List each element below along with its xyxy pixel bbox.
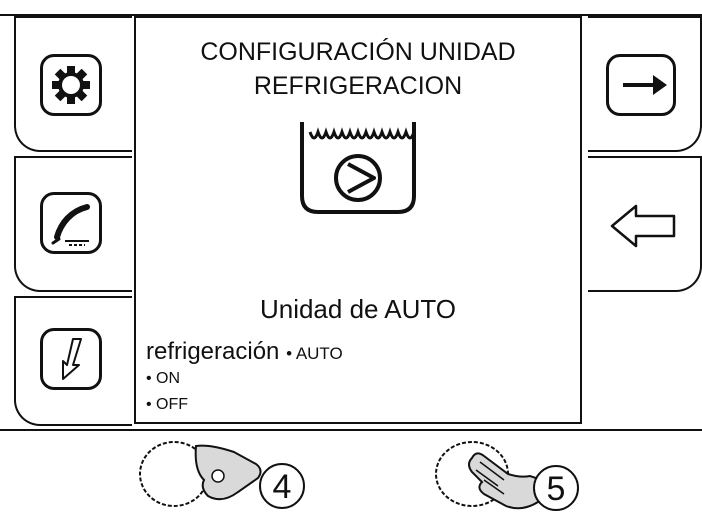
unit-label: Unidad de AUTO: [259, 294, 457, 324]
setting-row: refrigeración • AUTO: [146, 338, 343, 366]
down-arrow-icon: [40, 328, 102, 390]
screen-title-line1: CONFIGURACIÓN UNIDAD: [200, 38, 516, 66]
display-screen: CONFIGURACIÓN UNIDAD REFRIGERACION Unida…: [134, 16, 582, 424]
option-auto[interactable]: • AUTO: [286, 344, 343, 363]
gear-icon: [40, 54, 102, 116]
control-number-4: 4: [273, 468, 292, 506]
option-off[interactable]: • OFF: [146, 396, 188, 414]
screen-title-line2: REFRIGERACION: [253, 72, 463, 100]
right-button-back[interactable]: [588, 156, 702, 292]
back-arrow-icon: [608, 202, 680, 255]
exit-arrow-icon: [606, 54, 676, 116]
left-button-torch[interactable]: [14, 156, 132, 292]
knob-press-icon: 5: [435, 441, 579, 511]
option-on[interactable]: • ON: [146, 370, 180, 388]
knob-turn-control[interactable]: 4: [138, 436, 328, 517]
welding-torch-icon: [40, 192, 102, 254]
right-button-exit[interactable]: [588, 16, 702, 152]
left-button-settings[interactable]: [14, 16, 132, 152]
left-button-down[interactable]: [14, 296, 132, 426]
frame-bottom-line: [0, 429, 702, 431]
control-number-5: 5: [547, 470, 566, 508]
knob-turn-icon: 4: [139, 441, 305, 509]
setting-name: refrigeración: [146, 338, 280, 365]
cooling-unit-pump-icon: [296, 118, 420, 218]
knob-press-control[interactable]: 5: [432, 436, 602, 517]
